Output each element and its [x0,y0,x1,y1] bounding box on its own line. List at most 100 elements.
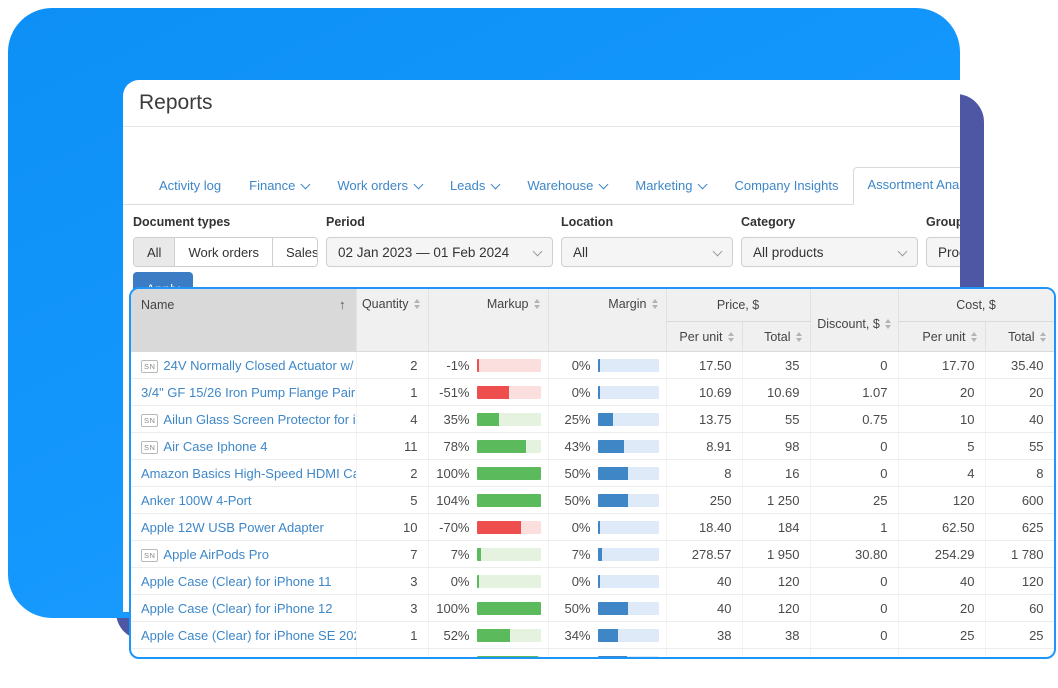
tab-leads[interactable]: Leads [436,169,513,204]
sorter-icon [796,332,802,342]
document-type-option-all[interactable]: All [134,238,175,266]
column-header-margin[interactable]: Margin [548,289,666,352]
cost-per-unit-cell: 20 [898,379,985,406]
serial-number-badge: SN [141,414,158,427]
column-header-cost-total[interactable]: Total [985,322,1054,352]
price-total-cell: 184 [742,514,810,541]
quantity-cell: 3 [356,595,428,622]
cost-total-cell: 625 [985,514,1054,541]
product-name-cell[interactable]: Apple Case (Clear) for iPhone SE 2020 [131,622,356,649]
report-tabs: Activity logFinanceWork ordersLeadsWareh… [123,168,960,205]
tab-company-insights[interactable]: Company Insights [720,169,852,204]
column-header-discount[interactable]: Discount, $ [810,289,898,352]
product-name-cell[interactable]: Anker 100W 4-Port [131,487,356,514]
column-header-markup[interactable]: Markup [428,289,548,352]
product-name-cell[interactable]: SN Ailun Glass Screen Protector for iPhon… [131,406,356,433]
margin-bar [598,413,659,426]
product-name-link[interactable]: Apple 12W USB Power Adapter [141,520,324,535]
discount-cell: 0 [810,352,898,379]
product-name-cell[interactable]: SN24V Normally Closed Actuator w/ aux. s… [131,352,356,379]
markup-bar [477,440,541,453]
table-row[interactable]: Apple 12W USB Power Adapter10-70%0%18.40… [131,514,1054,541]
product-name-link[interactable]: Apple AirPods Pro [163,547,269,562]
document-type-option-work-orders[interactable]: Work orders [175,238,273,266]
quantity-cell: 2 [356,352,428,379]
category-select[interactable]: All products [741,237,918,267]
group-by-select[interactable]: Products [926,237,960,267]
markup-bar [477,359,541,372]
tab-activity-log[interactable]: Activity log [145,169,235,204]
product-name-cell[interactable]: Apple Case (Clear) for iPhone 12 [131,595,356,622]
column-header-price-per-unit[interactable]: Per unit [666,322,742,352]
tab-work-orders[interactable]: Work orders [323,169,436,204]
margin-cell: 43% [548,433,666,460]
price-per-unit-cell: 70 [666,649,742,660]
column-header-quantity[interactable]: Quantity [356,289,428,352]
product-name-link[interactable]: Apple iPhone 11 Silicone Case (Pink Sand… [141,655,356,660]
discount-cell: 0 [810,649,898,660]
cost-total-cell: 1 780 [985,541,1054,568]
product-name-link[interactable]: Anker 100W 4-Port [141,493,252,508]
product-name-cell[interactable]: SNAir Case Iphone 4 [131,433,356,460]
product-name-link[interactable]: Apple Case (Clear) for iPhone SE 2020 [141,628,356,643]
product-name-cell[interactable]: Apple Case (Clear) for iPhone 11 [131,568,356,595]
margin-cell: 0% [548,568,666,595]
document-type-option-sales[interactable]: Sales [273,238,318,266]
margin-bar [598,656,659,660]
filter-label: Location [561,215,733,229]
margin-bar [598,467,659,480]
chevron-down-icon [713,246,723,256]
column-header-name[interactable]: Name ↑ [131,289,356,352]
filter-label: Group by [926,215,960,229]
table-row[interactable]: SNApple AirPods Pro77%7%278.571 95030.80… [131,541,1054,568]
product-name-link[interactable]: Ailun Glass Screen Protector for iPhone … [163,412,356,427]
product-name-link[interactable]: Air Case Iphone 4 [163,439,267,454]
product-name-link[interactable]: 3/4" GF 15/26 Iron Pump Flange Pair (NPT… [141,385,356,400]
location-select[interactable]: All [561,237,733,267]
column-header-cost-per-unit[interactable]: Per unit [898,322,985,352]
product-name-link[interactable]: 24V Normally Closed Actuator w/ aux. swi… [163,358,356,373]
tab-marketing[interactable]: Marketing [621,169,720,204]
column-label: Price, $ [717,298,759,312]
column-label: Name [141,298,174,312]
table-row[interactable]: Apple Case (Clear) for iPhone 1130%0%401… [131,568,1054,595]
product-name-cell[interactable]: Amazon Basics High-Speed HDMI Cable For … [131,460,356,487]
product-name-cell[interactable]: Apple 12W USB Power Adapter [131,514,356,541]
markup-cell: -51% [428,379,548,406]
cost-total-cell: 8 [985,460,1054,487]
product-name-cell[interactable]: SNApple AirPods Pro [131,541,356,568]
table-row[interactable]: Amazon Basics High-Speed HDMI Cable For … [131,460,1054,487]
table-row[interactable]: Apple Case (Clear) for iPhone SE 2020152… [131,622,1054,649]
product-name-cell[interactable]: Apple iPhone 11 Silicone Case (Pink Sand… [131,649,356,660]
margin-cell: 0% [548,352,666,379]
product-name-link[interactable]: Apple Case (Clear) for iPhone 11 [141,574,332,589]
markup-bar [477,629,541,642]
margin-cell: 0% [548,379,666,406]
table-row[interactable]: Anker 100W 4-Port5104%50%2501 2502512060… [131,487,1054,514]
period-select[interactable]: 02 Jan 2023 — 01 Feb 2024 [326,237,553,267]
table-row[interactable]: Apple Case (Clear) for iPhone 123100%50%… [131,595,1054,622]
tab-assortment-analysis[interactable]: Assortment Analysis [853,167,960,205]
price-per-unit-cell: 278.57 [666,541,742,568]
quantity-cell: 5 [356,487,428,514]
table-row[interactable]: Apple iPhone 11 Silicone Case (Pink Sand… [131,649,1054,660]
column-header-price-total[interactable]: Total [742,322,810,352]
markup-value: -70% [439,520,469,535]
product-name-cell[interactable]: 3/4" GF 15/26 Iron Pump Flange Pair (NPT… [131,379,356,406]
table-row[interactable]: 3/4" GF 15/26 Iron Pump Flange Pair (NPT… [131,379,1054,406]
table-row[interactable]: SNAir Case Iphone 41178%43%8.91980555 [131,433,1054,460]
table-row[interactable]: SN24V Normally Closed Actuator w/ aux. s… [131,352,1054,379]
table-row[interactable]: SN Ailun Glass Screen Protector for iPhon… [131,406,1054,433]
column-header-price-group: Price, $ [666,289,810,322]
markup-bar [477,656,541,660]
tab-warehouse[interactable]: Warehouse [513,169,621,204]
markup-cell: -1% [428,352,548,379]
column-label: Markup [487,297,529,311]
quantity-cell: 3 [356,649,428,660]
product-name-link[interactable]: Apple Case (Clear) for iPhone 12 [141,601,333,616]
column-label: Cost, $ [956,298,996,312]
tab-finance[interactable]: Finance [235,169,323,204]
filter-label: Category [741,215,918,229]
markup-bar [477,548,541,561]
product-name-link[interactable]: Amazon Basics High-Speed HDMI Cable For … [141,466,356,481]
